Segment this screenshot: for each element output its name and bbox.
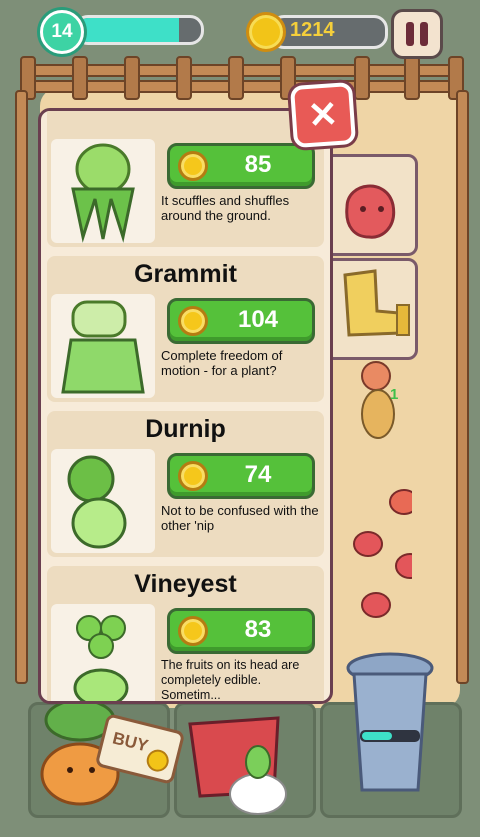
machine-icon xyxy=(346,652,434,792)
price-value: 85 xyxy=(244,151,272,178)
coin-icon xyxy=(144,747,172,774)
boot-icon xyxy=(343,269,410,337)
shop-item[interactable]: Durnip 74 Not to be confused with the ot… xyxy=(47,411,324,557)
item-art xyxy=(51,449,155,553)
price-value: 83 xyxy=(244,616,272,643)
item-description: The fruits on its head are completely ed… xyxy=(161,658,300,702)
buy-price-button[interactable]: 104 xyxy=(167,298,315,344)
pause-icon xyxy=(406,22,414,46)
coin-count: 1214 xyxy=(290,19,335,41)
plant-vineyest-icon xyxy=(73,615,129,701)
fence-rail xyxy=(456,90,469,684)
item-description: It scuffles and shuffles around the grou… xyxy=(161,193,290,223)
shop-panel[interactable]: 85 It scuffles and shuffles around the g… xyxy=(38,108,333,704)
coin-icon xyxy=(178,306,208,336)
plant-count-badge: 1 xyxy=(390,386,399,403)
coin-icon xyxy=(178,151,208,181)
item-description: Complete freedom of motion - for a plant… xyxy=(161,348,283,378)
fence-post xyxy=(176,56,192,100)
item-art xyxy=(51,604,155,701)
xp-progress-fill xyxy=(77,18,179,42)
buy-price-button[interactable]: 74 xyxy=(167,453,315,499)
pause-button[interactable] xyxy=(391,9,443,59)
side-card-radish xyxy=(324,154,418,256)
field-creature xyxy=(361,592,391,618)
field-creatures xyxy=(353,361,412,579)
item-name: Vineyest xyxy=(134,570,237,598)
item-art xyxy=(51,139,155,243)
fence-rail xyxy=(15,90,28,684)
buy-price-button[interactable]: 85 xyxy=(167,143,315,189)
item-art xyxy=(51,294,155,398)
shop-item[interactable]: 85 It scuffles and shuffles around the g… xyxy=(47,111,324,247)
price-value: 104 xyxy=(237,306,279,333)
price-value: 74 xyxy=(244,461,272,488)
shop-item[interactable]: Grammit 104 Complete freedom of motion -… xyxy=(47,256,324,402)
close-button[interactable]: ✕ xyxy=(289,81,357,149)
plant-grammit-icon xyxy=(61,300,145,394)
close-icon: ✕ xyxy=(306,92,340,137)
fence-post xyxy=(72,56,88,100)
side-card-boot xyxy=(324,258,418,360)
item-name: Durnip xyxy=(145,415,226,443)
fence-post xyxy=(228,56,244,100)
plant-durnip-icon xyxy=(67,455,127,549)
coin-icon xyxy=(178,616,208,646)
item-description: Not to be confused with the other 'nip xyxy=(161,503,319,533)
coin-icon xyxy=(178,461,208,491)
buy-price-button[interactable]: 83 xyxy=(167,608,315,654)
shop-item[interactable]: Vineyest 83 The fruits on its head are c… xyxy=(47,566,324,702)
radish-icon xyxy=(345,184,396,239)
item-name: Grammit xyxy=(134,260,237,288)
buy-sign-label: BUY xyxy=(110,728,151,756)
cart-icon xyxy=(188,716,287,815)
pause-icon xyxy=(420,22,428,46)
fence-post xyxy=(404,56,420,100)
plant-squid-icon xyxy=(71,143,135,243)
xp-progress-bar xyxy=(74,15,204,45)
coin-icon xyxy=(246,12,286,52)
fence-post xyxy=(124,56,140,100)
fence-post xyxy=(354,56,370,100)
level-badge: 14 xyxy=(40,10,84,54)
